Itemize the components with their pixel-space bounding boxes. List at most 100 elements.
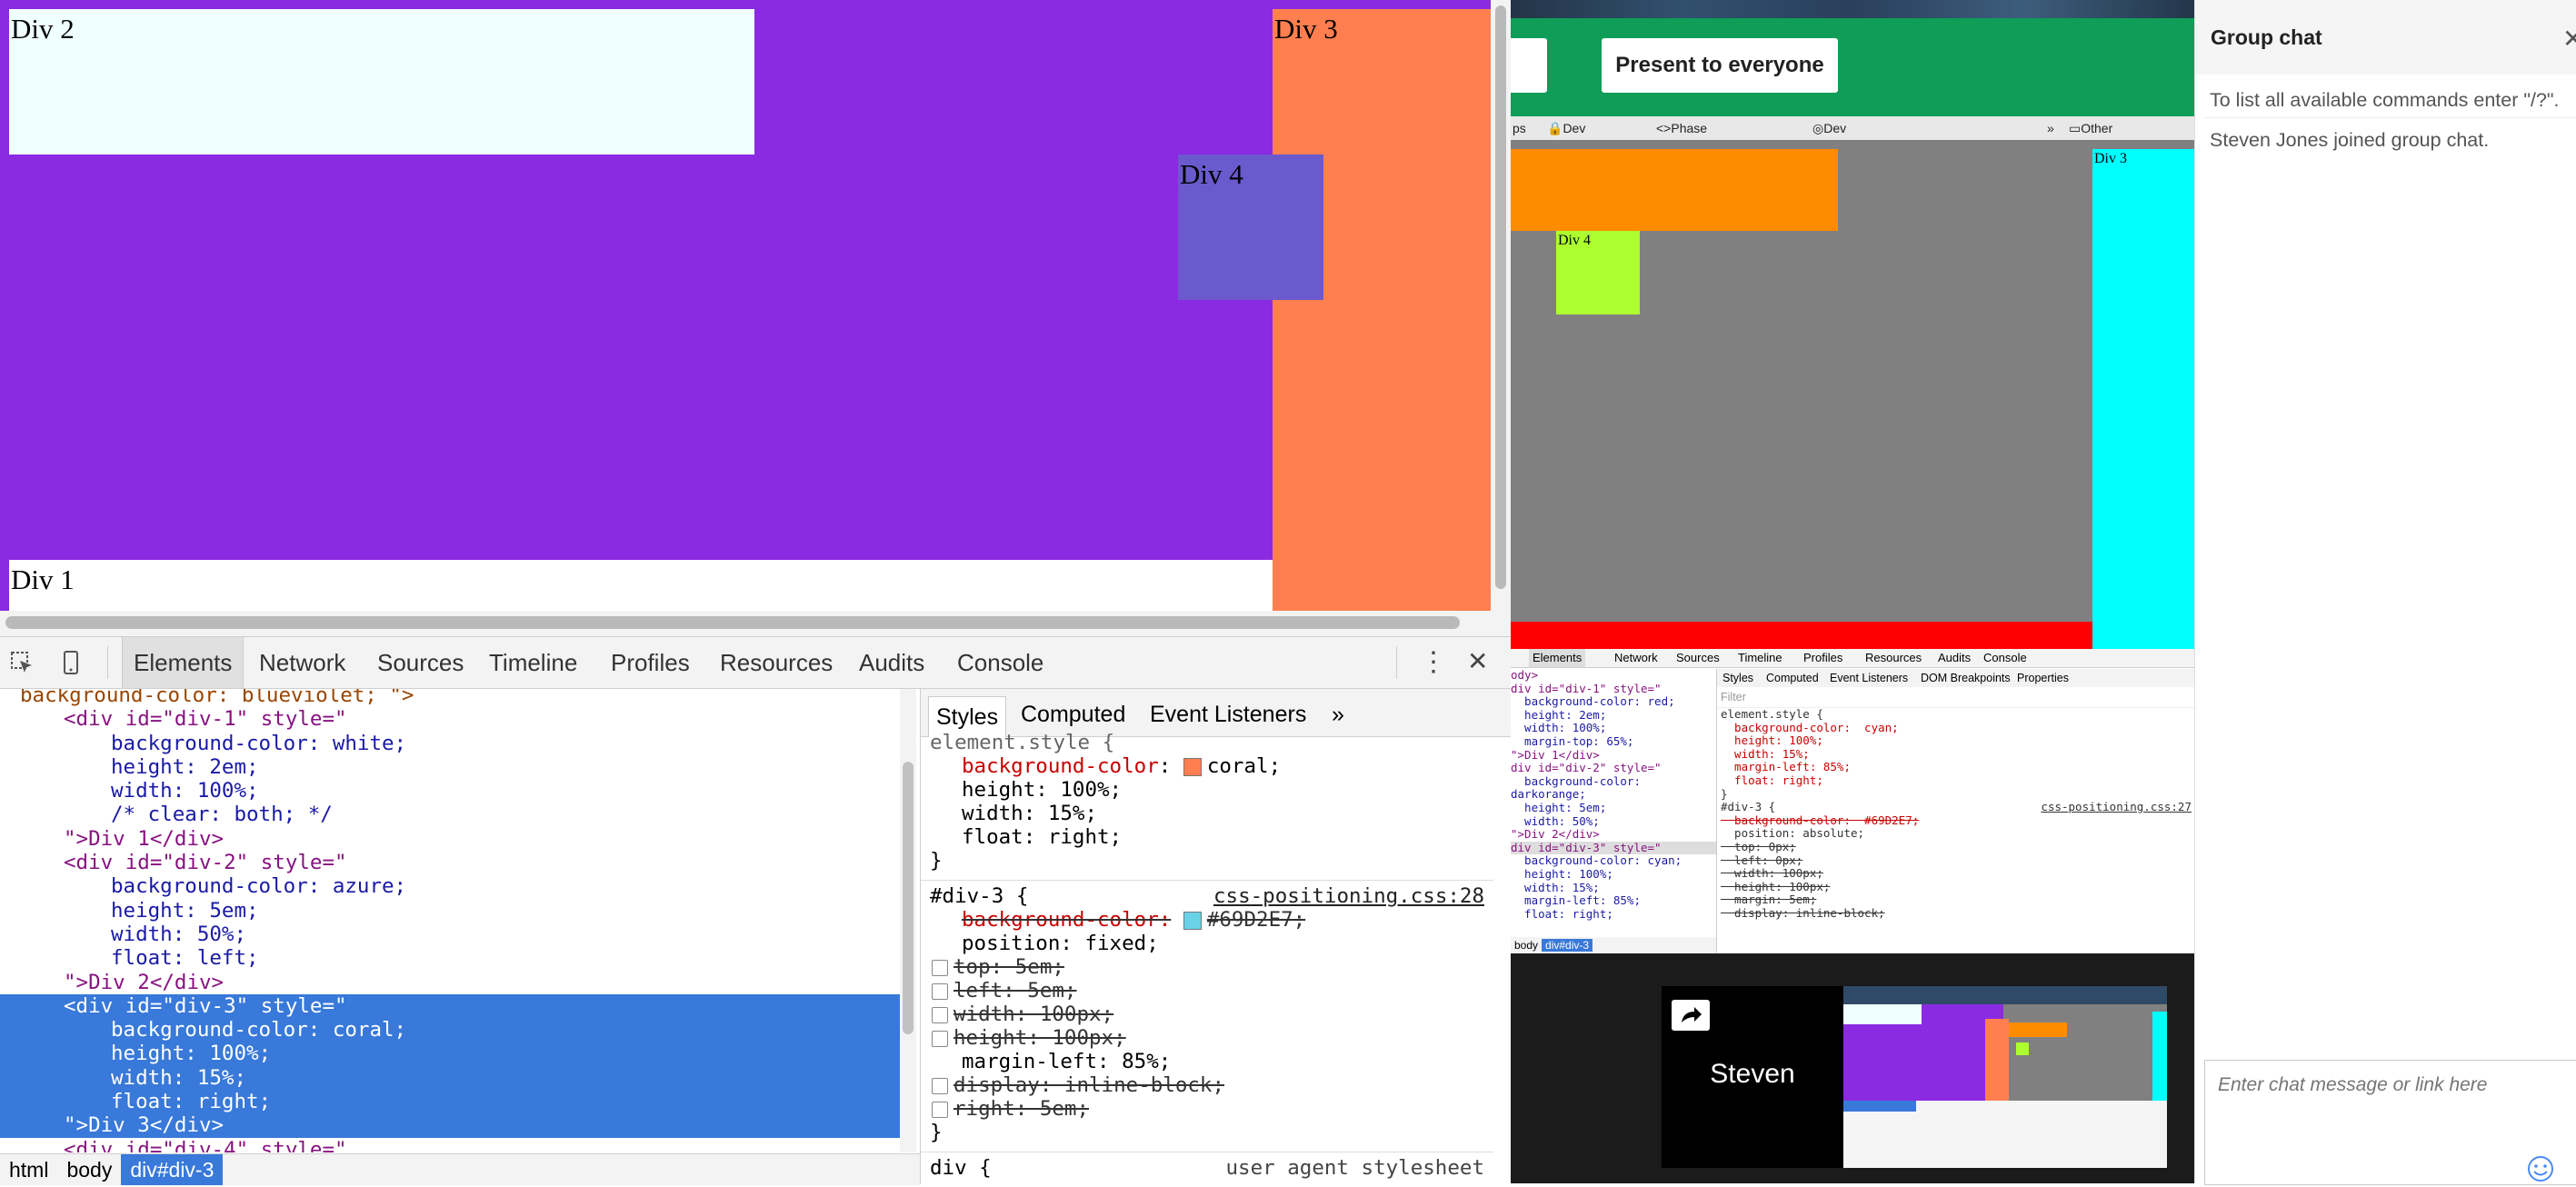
style-prop[interactable]: background-color: #69D2E7;: [921, 908, 1493, 932]
toggle-checkbox[interactable]: [932, 1077, 948, 1094]
screen-share-icon: [1671, 999, 1711, 1036]
style-prop[interactable]: position: fixed;: [921, 932, 1493, 955]
dom-line[interactable]: height: 2em;: [0, 755, 900, 779]
style-prop[interactable]: width: 15%;: [921, 802, 1493, 825]
participant-strip: Steven: [1511, 953, 2194, 1183]
bookmark-item: ps: [1513, 121, 1526, 135]
dom-line[interactable]: <div id="div-4" style=": [0, 1138, 900, 1152]
chat-message: To list all available commands enter "/?…: [2204, 89, 2576, 118]
shared-tab: Console: [1983, 651, 2027, 664]
source-label: user agent stylesheet: [1225, 1156, 1484, 1180]
shared-div-4: Div 4: [1556, 231, 1640, 314]
chat-header: Group chat ✕: [2195, 0, 2576, 75]
tab-network[interactable]: Network: [259, 637, 345, 688]
dom-line[interactable]: /* clear: both; */: [0, 803, 900, 826]
crumb-div3[interactable]: div#div-3: [121, 1154, 224, 1185]
more-icon[interactable]: ⋮: [1420, 646, 1447, 678]
more-tabs-icon[interactable]: »: [1332, 702, 1344, 728]
toggle-checkbox[interactable]: [932, 983, 948, 1000]
dom-line[interactable]: ">Div 2</div>: [0, 971, 900, 994]
dom-line-selected[interactable]: height: 100%;: [0, 1042, 900, 1066]
dom-line[interactable]: <div id="div-2" style=": [0, 851, 900, 874]
tab-event-listeners[interactable]: Event Listeners: [1150, 702, 1306, 728]
toggle-checkbox[interactable]: [932, 1101, 948, 1118]
bookmark-item: 🔒 Dev Bootcamp: [1547, 121, 1620, 159]
dom-line[interactable]: width: 50%;: [0, 923, 900, 946]
style-prop[interactable]: left: 5em;: [921, 979, 1493, 1002]
tab-elements[interactable]: Elements: [122, 637, 245, 688]
toggle-checkbox[interactable]: [932, 959, 948, 976]
tab-profiles[interactable]: Profiles: [611, 637, 690, 688]
shared-devtools: Elements Network Sources Timeline Profil…: [1511, 649, 2194, 953]
style-prop[interactable]: width: 100px;: [921, 1002, 1493, 1026]
toggle-checkbox[interactable]: [932, 1030, 948, 1047]
inspect-icon[interactable]: [9, 650, 35, 675]
screen-share-thumbnail[interactable]: [1843, 986, 2167, 1168]
dom-tree-scrollbar[interactable]: [900, 689, 916, 1152]
chat-messages: To list all available commands enter "/?…: [2204, 89, 2576, 152]
device-icon[interactable]: [60, 650, 82, 675]
dom-line[interactable]: ">Div 1</div>: [0, 827, 900, 851]
crumb-body[interactable]: body: [57, 1154, 121, 1185]
close-icon[interactable]: ✕: [2562, 24, 2576, 54]
present-to-everyone-button[interactable]: Present to everyone: [1602, 38, 1838, 93]
dom-line-selected[interactable]: <div id="div-3" style=": [0, 993, 900, 1019]
style-prop[interactable]: display: inline-block;: [921, 1073, 1493, 1097]
dom-line-selected[interactable]: ">Div 3</div>: [0, 1113, 900, 1138]
color-swatch[interactable]: [1183, 757, 1202, 776]
shared-tab: Profiles: [1803, 651, 1843, 664]
tab-computed[interactable]: Computed: [1021, 702, 1125, 728]
page-horizontal-scrollbar[interactable]: [0, 611, 1511, 636]
dom-line[interactable]: float: left;: [0, 946, 900, 970]
page-vertical-scrollbar[interactable]: [1491, 0, 1511, 611]
tab-console[interactable]: Console: [957, 637, 1043, 688]
chat-message-input[interactable]: [2216, 1073, 2547, 1097]
source-link[interactable]: css-positioning.css:28: [1213, 884, 1484, 908]
chat-title: Group chat: [2211, 25, 2322, 49]
shared-dom-tree: ody> div id="div-1" style=" background-c…: [1511, 669, 1716, 937]
dom-line-selected[interactable]: background-color: coral;: [0, 1018, 900, 1042]
dom-tree: background-color: blueviolet; "> <div id…: [0, 689, 900, 1152]
breadcrumb: html body div#div-3: [0, 1153, 920, 1185]
crumb-html[interactable]: html: [0, 1154, 57, 1185]
devtools-toolbar: Elements Network Sources Timeline Profil…: [0, 637, 1511, 689]
dom-line[interactable]: width: 100%;: [0, 779, 900, 803]
tab-resources[interactable]: Resources: [720, 637, 833, 688]
tab-timeline[interactable]: Timeline: [489, 637, 577, 688]
left-button[interactable]: [1511, 38, 1547, 93]
shared-page-preview: Div 4 Div 3: [1511, 140, 2194, 653]
style-prop[interactable]: height: 100%;: [921, 778, 1493, 802]
bookmark-item: ▭ Other Bookmarks: [2069, 121, 2144, 159]
style-prop[interactable]: top: 5em;: [921, 955, 1493, 979]
dom-line[interactable]: background-color: blueviolet; ">: [0, 689, 900, 707]
style-prop[interactable]: margin-left: 85%;: [921, 1050, 1493, 1073]
close-icon[interactable]: ✕: [1467, 646, 1488, 676]
bookmark-item: <> Phase 0 | Dev Bootc: [1656, 121, 1708, 206]
dom-line-selected[interactable]: width: 15%;: [0, 1065, 900, 1091]
style-prop[interactable]: background-color: coral;: [921, 754, 1493, 778]
shared-div-1: [1511, 622, 2092, 649]
styles-pane: Styles Computed Event Listeners » elemen…: [920, 689, 1512, 1184]
tab-sources[interactable]: Sources: [377, 637, 464, 688]
page-preview: Div 2 Div 1 Div 3 Div 4: [0, 0, 1491, 611]
style-rules: element.style { background-color: coral;…: [921, 731, 1493, 1180]
participant-tile[interactable]: Steven: [1662, 986, 1843, 1168]
dom-line[interactable]: background-color: white;: [0, 732, 900, 755]
color-swatch[interactable]: [1183, 911, 1202, 930]
style-prop[interactable]: height: 100px;: [921, 1026, 1493, 1050]
shared-div-2: [1511, 149, 1838, 231]
dom-line[interactable]: background-color: azure;: [0, 874, 900, 898]
style-prop[interactable]: float: right;: [921, 825, 1493, 849]
hangout-toolbar: Present to everyone: [1511, 18, 2194, 116]
style-prop[interactable]: right: 5em;: [921, 1097, 1493, 1121]
emoji-icon[interactable]: [2527, 1155, 2554, 1187]
shared-tab: Resources: [1865, 651, 1922, 664]
bookmark-item: ◎ Dev Bootcamp | Ca: [1812, 121, 1881, 183]
tab-audits[interactable]: Audits: [859, 637, 924, 688]
div3-rule-selector: #div-3 {css-positioning.css:28: [930, 884, 1484, 908]
dom-line[interactable]: height: 5em;: [0, 899, 900, 923]
dom-line[interactable]: <div id="div-1" style=": [0, 707, 900, 731]
div-4-box: Div 4: [1178, 155, 1323, 300]
toggle-checkbox[interactable]: [932, 1006, 948, 1023]
dom-line-selected[interactable]: float: right;: [0, 1090, 900, 1114]
